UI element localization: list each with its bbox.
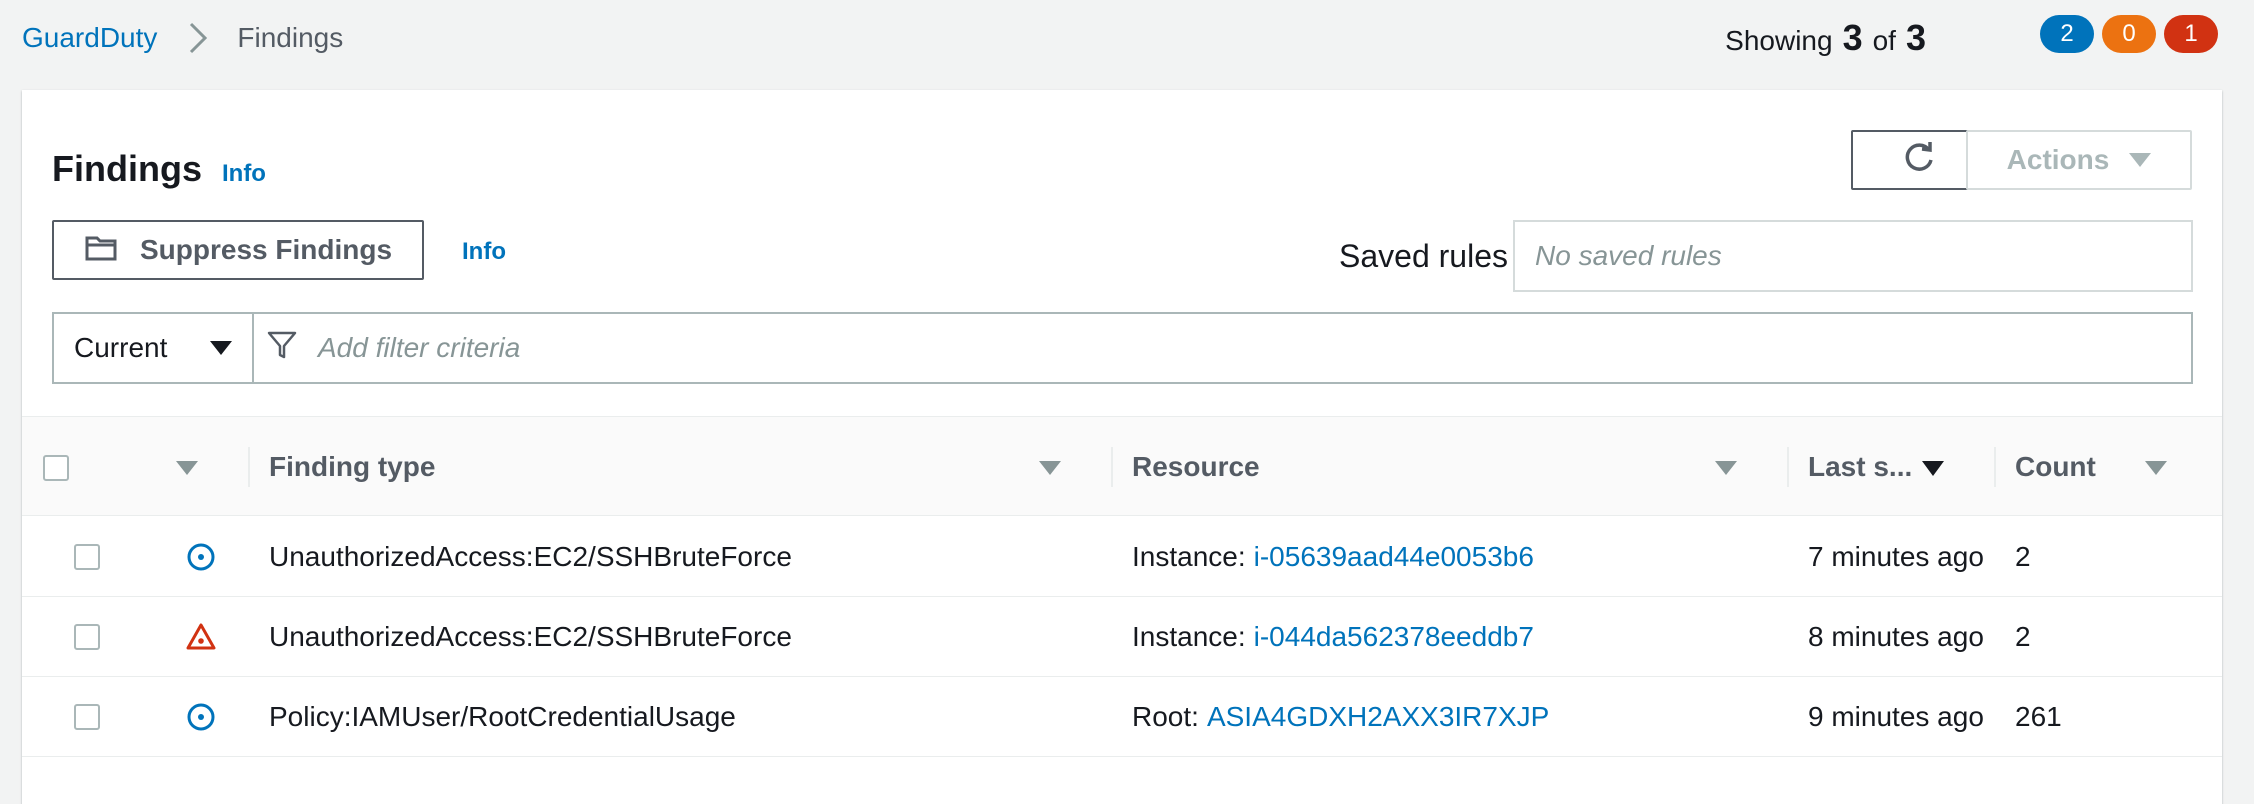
row-checkbox[interactable] <box>74 544 100 570</box>
suppress-findings-label: Suppress Findings <box>140 234 393 265</box>
suppress-info-link[interactable]: Info <box>462 238 506 266</box>
resource-cell: Instance: i-05639aad44e0053b6 <box>1132 517 1534 597</box>
resource-prefix: Instance: <box>1132 541 1246 572</box>
resource-id-link[interactable]: ASIA4GDXH2AXX3IR7XJP <box>1207 701 1549 733</box>
medium-severity-badge[interactable]: 0 <box>2102 15 2156 53</box>
severity-sort-icon[interactable] <box>176 461 198 475</box>
finding-scope-select[interactable]: Current <box>54 314 254 382</box>
table-row[interactable]: UnauthorizedAccess:EC2/SSHBruteForce Ins… <box>22 597 2222 677</box>
suppress-findings-button[interactable]: Suppress Findings <box>52 220 424 280</box>
count-sort-icon[interactable] <box>2145 461 2167 475</box>
resource-cell: Instance: i-044da562378eeddb7 <box>1132 597 1534 677</box>
finding-type-sort-icon[interactable] <box>1039 461 1061 475</box>
last-seen-cell: 9 minutes ago <box>1808 701 1984 732</box>
count-cell: 2 <box>2015 541 2031 572</box>
actions-dropdown-button[interactable]: Actions <box>1966 130 2192 190</box>
row-checkbox[interactable] <box>74 624 100 650</box>
resource-cell: Root: ASIA4GDXH2AXX3IR7XJP <box>1132 677 1549 757</box>
column-header-resource[interactable]: Resource <box>1132 417 1260 517</box>
finding-type-cell[interactable]: UnauthorizedAccess:EC2/SSHBruteForce <box>269 517 792 597</box>
low-severity-badge[interactable]: 2 <box>2040 15 2094 53</box>
select-all-checkbox[interactable] <box>43 455 69 481</box>
total-count: 3 <box>1905 17 1926 58</box>
saved-rules-placeholder: No saved rules <box>1535 240 1722 271</box>
high-severity-icon <box>185 597 217 677</box>
filter-placeholder: Add filter criteria <box>318 332 521 363</box>
column-divider <box>248 447 250 487</box>
filter-icon <box>266 329 318 368</box>
count-cell: 261 <box>2015 701 2062 732</box>
resource-prefix: Root: <box>1132 701 1199 732</box>
resource-id-link[interactable]: i-05639aad44e0053b6 <box>1254 541 1534 573</box>
showing-label: Showing <box>1725 25 1833 56</box>
column-divider <box>1111 447 1113 487</box>
severity-badges: 2 0 1 <box>2040 15 2218 53</box>
column-header-count[interactable]: Count <box>2015 417 2096 517</box>
column-header-finding-type[interactable]: Finding type <box>269 417 435 517</box>
of-label: of <box>1872 25 1896 56</box>
table-row[interactable]: UnauthorizedAccess:EC2/SSHBruteForce Ins… <box>22 517 2222 597</box>
title-info-link[interactable]: Info <box>222 160 266 188</box>
filter-criteria-input[interactable]: Add filter criteria <box>254 314 2191 382</box>
finding-type-cell[interactable]: Policy:IAMUser/RootCredentialUsage <box>269 677 736 757</box>
findings-count-summary: Showing 3 of 3 <box>1725 17 1926 59</box>
count-cell: 2 <box>2015 621 2031 652</box>
finding-type-cell[interactable]: UnauthorizedAccess:EC2/SSHBruteForce <box>269 597 792 677</box>
saved-rules-select[interactable]: No saved rules <box>1513 220 2193 292</box>
table-header: Finding type Resource Last s... Count <box>22 416 2222 516</box>
low-severity-icon <box>185 677 217 757</box>
filter-bar: Current Add filter criteria <box>52 312 2193 384</box>
low-severity-icon <box>185 517 217 597</box>
actions-label: Actions <box>2006 144 2110 175</box>
column-divider <box>1787 447 1789 487</box>
row-checkbox[interactable] <box>74 704 100 730</box>
column-divider <box>1994 447 1996 487</box>
page-title: Findings <box>52 148 202 189</box>
resource-sort-icon[interactable] <box>1715 461 1737 475</box>
table-row[interactable]: Policy:IAMUser/RootCredentialUsage Root:… <box>22 677 2222 757</box>
column-header-last-seen[interactable]: Last s... <box>1808 417 1912 517</box>
breadcrumb-current: Findings <box>237 22 344 53</box>
resource-prefix: Instance: <box>1132 621 1246 652</box>
top-bar: GuardDuty Findings Showing 3 of 3 2 0 1 <box>0 0 2254 76</box>
folder-icon <box>84 232 140 269</box>
resource-id-link[interactable]: i-044da562378eeddb7 <box>1254 621 1534 653</box>
panel-header: Findings Info <box>52 148 266 190</box>
breadcrumb-guardduty-link[interactable]: GuardDuty <box>22 22 157 54</box>
caret-down-icon <box>2129 153 2152 167</box>
saved-rules-label: Saved rules <box>1339 238 1508 274</box>
last-seen-cell: 8 minutes ago <box>1808 621 1984 652</box>
last-seen-cell: 7 minutes ago <box>1808 541 1984 572</box>
chevron-right-icon <box>179 20 219 56</box>
high-severity-badge[interactable]: 1 <box>2164 15 2218 53</box>
caret-down-icon <box>210 341 232 355</box>
shown-count: 3 <box>1842 17 1863 58</box>
findings-panel: Findings Info Actions Suppress Findings … <box>22 90 2222 804</box>
refresh-icon <box>1901 140 1937 181</box>
scope-value: Current <box>74 332 168 363</box>
breadcrumb: GuardDuty Findings <box>22 20 343 56</box>
last-seen-sort-desc-icon[interactable] <box>1922 461 1944 476</box>
